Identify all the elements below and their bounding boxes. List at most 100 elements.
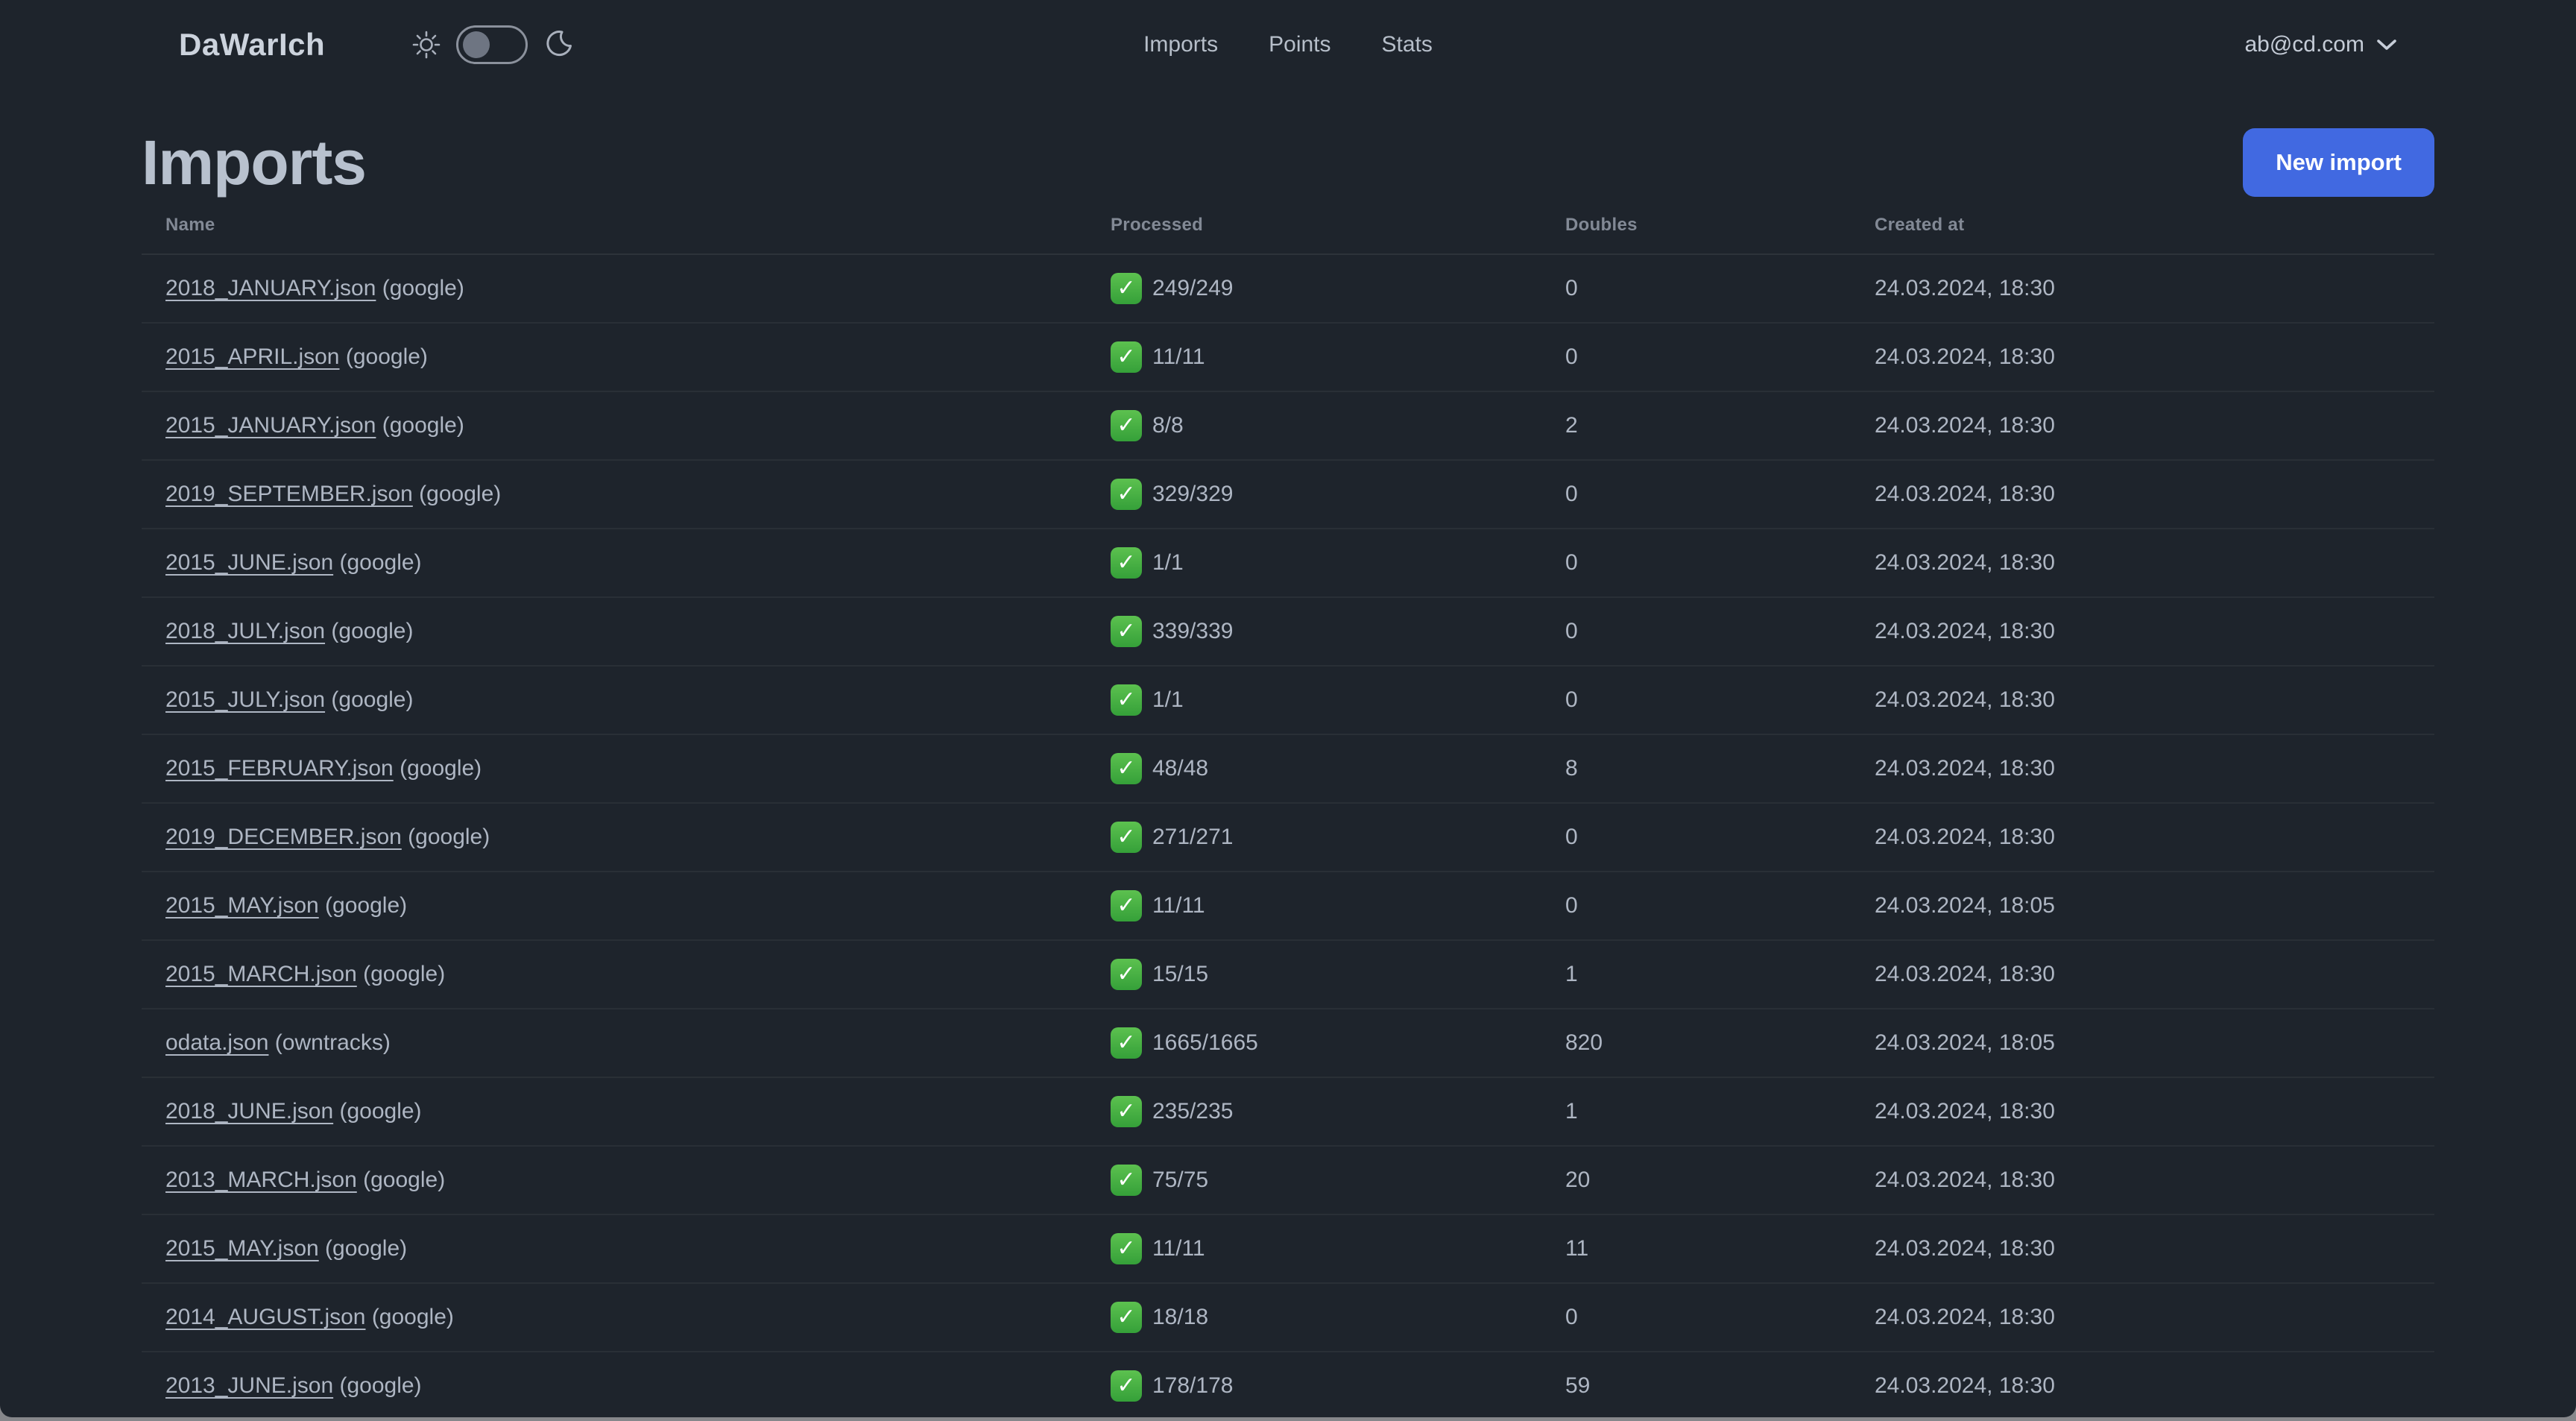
check-icon: ✓ <box>1111 547 1142 579</box>
created-at-cell: 24.03.2024, 18:30 <box>1875 276 2055 300</box>
processed-cell: ✓ 1/1 <box>1087 684 1541 716</box>
table-row: 2015_MAY.json (google) ✓ 11/11 11 24.03.… <box>142 1215 2434 1284</box>
check-icon: ✓ <box>1111 1027 1142 1059</box>
import-source: (google) <box>333 550 422 575</box>
processed-count: 1/1 <box>1152 550 1184 575</box>
table-row: 2019_DECEMBER.json (google) ✓ 271/271 0 … <box>142 804 2434 872</box>
import-file-link[interactable]: 2015_MAY.json <box>165 1236 319 1261</box>
import-file-link[interactable]: 2015_MARCH.json <box>165 962 357 986</box>
table-row: 2015_MAY.json (google) ✓ 11/11 0 24.03.2… <box>142 872 2434 941</box>
table-row: odata.json (owntracks) ✓ 1665/1665 820 2… <box>142 1009 2434 1078</box>
check-icon: ✓ <box>1111 753 1142 784</box>
check-icon: ✓ <box>1111 1370 1142 1402</box>
import-source: (google) <box>376 276 464 300</box>
created-at-cell: 24.03.2024, 18:30 <box>1875 962 2055 986</box>
processed-cell: ✓ 11/11 <box>1087 890 1541 921</box>
processed-count: 329/329 <box>1152 482 1234 506</box>
import-file-link[interactable]: 2013_MARCH.json <box>165 1168 357 1192</box>
doubles-cell: 1 <box>1565 1099 1578 1124</box>
page-head: Imports New import <box>142 127 2434 198</box>
import-file-link[interactable]: 2015_MAY.json <box>165 893 319 918</box>
check-icon: ✓ <box>1111 616 1142 647</box>
navbar: DaWarIch Imports Points Stats ab@cd.com <box>0 0 2576 89</box>
processed-count: 11/11 <box>1152 893 1205 918</box>
created-at-cell: 24.03.2024, 18:30 <box>1875 1373 2055 1398</box>
import-file-link[interactable]: 2019_DECEMBER.json <box>165 825 402 849</box>
created-at-cell: 24.03.2024, 18:30 <box>1875 344 2055 369</box>
import-source: (google) <box>318 893 408 918</box>
doubles-cell: 0 <box>1565 276 1578 300</box>
import-file-link[interactable]: 2013_JUNE.json <box>165 1373 333 1398</box>
nav-links: Imports Points Stats <box>1143 32 1433 57</box>
table-row: 2015_FEBRUARY.json (google) ✓ 48/48 8 24… <box>142 735 2434 804</box>
import-file-link[interactable]: 2019_SEPTEMBER.json <box>165 482 413 506</box>
table-row: 2015_MARCH.json (google) ✓ 15/15 1 24.03… <box>142 941 2434 1009</box>
imports-table: Name Processed Doubles Created at 2018_J… <box>142 197 2434 1417</box>
processed-count: 11/11 <box>1152 344 1205 369</box>
import-file-link[interactable]: 2015_FEBRUARY.json <box>165 756 394 781</box>
new-import-button[interactable]: New import <box>2243 128 2434 197</box>
import-source: (google) <box>333 1099 422 1124</box>
import-source: (google) <box>356 1168 446 1192</box>
table-row: 2013_MARCH.json (google) ✓ 75/75 20 24.0… <box>142 1147 2434 1215</box>
doubles-cell: 0 <box>1565 687 1578 712</box>
processed-cell: ✓ 11/11 <box>1087 341 1541 373</box>
doubles-cell: 0 <box>1565 893 1578 918</box>
name-cell: 2015_FEBRUARY.json (google) <box>142 756 1087 781</box>
nav-link-stats[interactable]: Stats <box>1382 32 1433 57</box>
check-icon: ✓ <box>1111 341 1142 373</box>
import-source: (google) <box>393 756 482 781</box>
import-file-link[interactable]: 2018_JULY.json <box>165 619 325 643</box>
table-body: 2018_JANUARY.json (google) ✓ 249/249 0 2… <box>142 255 2434 1417</box>
name-cell: 2013_JUNE.json (google) <box>142 1373 1087 1399</box>
name-cell: 2018_JULY.json (google) <box>142 619 1087 644</box>
check-icon: ✓ <box>1111 1302 1142 1333</box>
import-file-link[interactable]: 2018_JANUARY.json <box>165 276 376 300</box>
chevron-down-icon <box>2376 38 2397 51</box>
name-cell: 2015_MAY.json (google) <box>142 1236 1087 1261</box>
nav-link-imports[interactable]: Imports <box>1143 32 1218 57</box>
processed-count: 75/75 <box>1152 1168 1209 1192</box>
import-source: (google) <box>325 619 414 643</box>
import-source: (google) <box>325 687 414 712</box>
created-at-cell: 24.03.2024, 18:05 <box>1875 1030 2055 1055</box>
theme-toggle[interactable] <box>456 25 528 64</box>
nav-link-points[interactable]: Points <box>1269 32 1330 57</box>
import-file-link[interactable]: 2018_JUNE.json <box>165 1099 333 1124</box>
import-source: (google) <box>318 1236 408 1261</box>
import-file-link[interactable]: 2015_APRIL.json <box>165 344 340 369</box>
doubles-cell: 0 <box>1565 550 1578 575</box>
import-file-link[interactable]: 2015_JUNE.json <box>165 550 333 575</box>
processed-cell: ✓ 75/75 <box>1087 1165 1541 1196</box>
created-at-cell: 24.03.2024, 18:30 <box>1875 550 2055 575</box>
import-file-link[interactable]: 2014_AUGUST.json <box>165 1305 365 1329</box>
app-logo[interactable]: DaWarIch <box>179 27 325 63</box>
import-file-link[interactable]: 2015_JULY.json <box>165 687 325 712</box>
processed-count: 1/1 <box>1152 687 1184 712</box>
name-cell: 2019_SEPTEMBER.json (google) <box>142 482 1087 507</box>
processed-count: 1665/1665 <box>1152 1030 1258 1055</box>
column-header-processed: Processed <box>1111 215 1204 235</box>
check-icon: ✓ <box>1111 684 1142 716</box>
processed-count: 178/178 <box>1152 1373 1234 1398</box>
user-menu[interactable]: ab@cd.com <box>2244 32 2397 57</box>
table-row: 2015_JANUARY.json (google) ✓ 8/8 2 24.03… <box>142 392 2434 461</box>
doubles-cell: 20 <box>1565 1168 1591 1192</box>
page-title: Imports <box>142 127 367 198</box>
check-icon: ✓ <box>1111 479 1142 510</box>
import-file-link[interactable]: 2015_JANUARY.json <box>165 413 376 438</box>
name-cell: 2018_JANUARY.json (google) <box>142 276 1087 301</box>
import-file-link[interactable]: odata.json <box>165 1030 268 1055</box>
table-row: 2018_JULY.json (google) ✓ 339/339 0 24.0… <box>142 598 2434 667</box>
import-source: (google) <box>356 962 446 986</box>
table-row: 2015_APRIL.json (google) ✓ 11/11 0 24.03… <box>142 324 2434 392</box>
table-row: 2019_SEPTEMBER.json (google) ✓ 329/329 0… <box>142 461 2434 529</box>
name-cell: 2015_JUNE.json (google) <box>142 550 1087 576</box>
processed-cell: ✓ 11/11 <box>1087 1233 1541 1264</box>
created-at-cell: 24.03.2024, 18:30 <box>1875 825 2055 849</box>
name-cell: 2015_JULY.json (google) <box>142 687 1087 713</box>
check-icon: ✓ <box>1111 890 1142 921</box>
import-source: (google) <box>412 482 502 506</box>
created-at-cell: 24.03.2024, 18:30 <box>1875 687 2055 712</box>
doubles-cell: 8 <box>1565 756 1578 781</box>
